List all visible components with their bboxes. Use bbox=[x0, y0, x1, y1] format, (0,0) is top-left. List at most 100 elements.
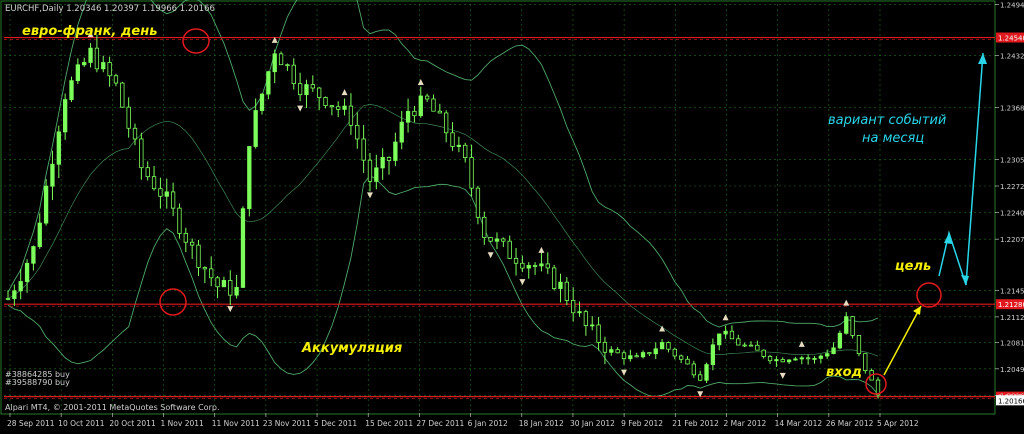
candle-body bbox=[456, 144, 462, 147]
candle-body bbox=[539, 263, 544, 267]
candle-body bbox=[221, 280, 227, 288]
candle-body bbox=[672, 348, 677, 357]
candle-body bbox=[602, 341, 608, 353]
candle-body bbox=[380, 157, 385, 169]
x-tick-label: 11 Nov 2011 bbox=[212, 419, 260, 428]
copyright-text: Alpari MT4, © 2001-2011 MetaQuotes Softw… bbox=[5, 403, 219, 412]
y-tick-label: 1.22725 bbox=[1000, 183, 1024, 191]
candle-body bbox=[691, 363, 696, 376]
candle-body bbox=[278, 53, 284, 66]
candle-body bbox=[126, 106, 131, 129]
candle-body bbox=[18, 281, 23, 292]
candle-body bbox=[24, 262, 30, 282]
candle-body bbox=[374, 167, 379, 182]
candle-body bbox=[685, 358, 690, 365]
candle-body bbox=[5, 298, 11, 300]
candle-body bbox=[742, 344, 747, 347]
chart-window: 1.245401.212801.20150 1.249451.243201.23… bbox=[0, 0, 1024, 430]
y-tick-label: 1.24320 bbox=[1000, 53, 1024, 61]
level-price-label-resistance: 1.24540 bbox=[998, 35, 1024, 43]
candle-body bbox=[361, 138, 366, 161]
candle-body bbox=[520, 262, 525, 269]
candle-body bbox=[399, 121, 404, 143]
y-tick-label: 1.23685 bbox=[1000, 104, 1024, 112]
candle-body bbox=[761, 349, 766, 357]
x-tick-label: 5 Apr 2012 bbox=[877, 419, 919, 428]
candle-body bbox=[507, 240, 512, 259]
candle-body bbox=[494, 238, 500, 242]
candle-body bbox=[545, 263, 550, 269]
candle-body bbox=[317, 87, 322, 98]
candle-body bbox=[532, 265, 538, 267]
candle-body bbox=[812, 358, 817, 360]
candle-body bbox=[513, 258, 519, 264]
candle-body bbox=[63, 99, 68, 133]
candle-body bbox=[107, 62, 112, 77]
candle-body bbox=[501, 238, 506, 242]
candle-body bbox=[418, 95, 423, 117]
price-chart: 1.245401.212801.20150 1.249451.243201.23… bbox=[0, 0, 1024, 430]
candle-body bbox=[297, 83, 303, 96]
candle-body bbox=[640, 352, 646, 358]
target-annotation: цель bbox=[895, 259, 931, 274]
candle-body bbox=[158, 188, 163, 197]
candle-body bbox=[56, 131, 61, 165]
candle-body bbox=[82, 62, 87, 66]
candle-body bbox=[43, 185, 49, 224]
candle-body bbox=[659, 342, 665, 350]
candle-body bbox=[88, 47, 93, 63]
candle-body bbox=[393, 141, 398, 161]
candle-body bbox=[482, 216, 487, 238]
scenario-annotation-line1: вариант событий bbox=[828, 113, 946, 128]
candle-body bbox=[786, 359, 792, 363]
candle-body bbox=[12, 290, 17, 300]
candle-body bbox=[228, 280, 233, 296]
candle-body bbox=[113, 75, 119, 84]
candle-body bbox=[628, 355, 633, 360]
candle-body bbox=[818, 355, 823, 359]
candle-body bbox=[577, 311, 582, 314]
x-tick-label: 30 Jan 2012 bbox=[570, 419, 615, 428]
candle-body bbox=[253, 110, 258, 147]
entry-annotation: вход bbox=[826, 365, 862, 380]
candle-body bbox=[367, 159, 373, 182]
candle-body bbox=[215, 277, 220, 288]
candle-body bbox=[259, 93, 265, 111]
x-tick-label: 15 Dec 2011 bbox=[365, 419, 413, 428]
candle-body bbox=[164, 191, 169, 197]
candle-body bbox=[698, 374, 703, 381]
chart-background bbox=[0, 0, 1024, 430]
candle-body bbox=[101, 62, 106, 70]
candle-body bbox=[793, 358, 798, 361]
candle-body bbox=[825, 353, 830, 357]
candle-body bbox=[69, 80, 74, 100]
candle-body bbox=[844, 316, 849, 334]
candle-body bbox=[558, 281, 563, 289]
title-annotation: евро-франк, день bbox=[22, 24, 157, 39]
candle-body bbox=[653, 348, 658, 355]
candle-body bbox=[234, 287, 239, 296]
candle-body bbox=[805, 357, 811, 360]
x-tick-label: 27 Dec 2011 bbox=[416, 419, 464, 428]
candle-body bbox=[475, 187, 481, 218]
y-tick-label: 1.21450 bbox=[1000, 287, 1024, 295]
candle-body bbox=[151, 176, 157, 190]
candle-body bbox=[120, 82, 125, 108]
x-tick-label: 28 Sep 2011 bbox=[7, 419, 55, 428]
candle-body bbox=[621, 352, 627, 360]
candle-body bbox=[755, 344, 760, 351]
candle-body bbox=[469, 157, 474, 189]
x-tick-label: 5 Dec 2011 bbox=[314, 419, 357, 428]
candle-body bbox=[190, 241, 195, 246]
y-tick-label: 1.23050 bbox=[1000, 156, 1024, 164]
candle-body bbox=[748, 344, 754, 347]
candle-body bbox=[463, 144, 468, 158]
x-tick-label: 23 Nov 2011 bbox=[263, 419, 311, 428]
candle-body bbox=[717, 333, 722, 346]
candle-body bbox=[37, 222, 42, 247]
candle-body bbox=[431, 98, 436, 112]
candle-body bbox=[145, 167, 150, 178]
candle-body bbox=[247, 146, 252, 210]
candle-body bbox=[50, 163, 55, 187]
candle-body bbox=[177, 207, 182, 234]
